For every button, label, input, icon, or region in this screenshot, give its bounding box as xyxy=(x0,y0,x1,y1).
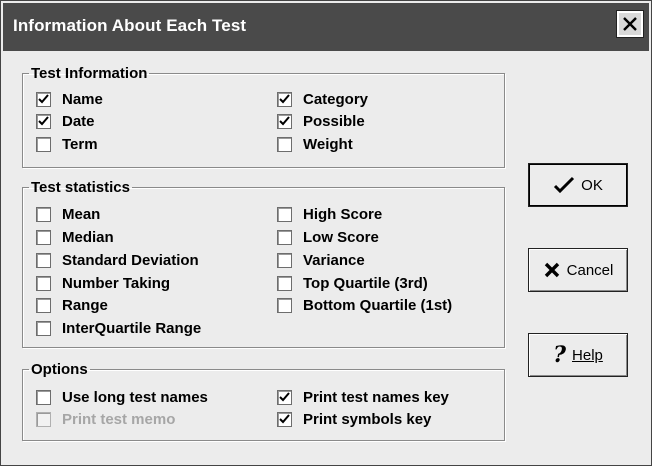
checkbox-box[interactable] xyxy=(36,113,51,129)
checkbox-box[interactable] xyxy=(36,229,51,245)
checkbox-date[interactable]: Date xyxy=(36,111,95,131)
checkbox-possible[interactable]: Possible xyxy=(277,111,365,131)
checkbox-label: Top Quartile (3rd) xyxy=(303,274,428,292)
checkbox-label: Print symbols key xyxy=(303,410,432,428)
checkbox-box[interactable] xyxy=(277,136,292,152)
checkbox-weight[interactable]: Weight xyxy=(277,134,353,154)
checkbox-label: High Score xyxy=(303,205,383,223)
checkbox-label: Term xyxy=(62,135,98,153)
checkbox-high-score[interactable]: High Score xyxy=(277,204,382,224)
test-information-legend: Test Information xyxy=(31,65,148,82)
test-statistics-legend: Test statistics xyxy=(31,179,130,196)
help-label: Help xyxy=(572,347,603,364)
checkbox-label: Bottom Quartile (1st) xyxy=(303,296,453,314)
checkbox-label: Print test memo xyxy=(62,410,176,428)
checkbox-box[interactable] xyxy=(277,113,292,129)
checkbox-name[interactable]: Name xyxy=(36,89,103,109)
checkbox-box[interactable] xyxy=(277,91,292,107)
checkbox-label: Standard Deviation xyxy=(62,251,199,269)
checkbox-interquartile-range[interactable]: InterQuartile Range xyxy=(36,318,201,338)
checkbox-box[interactable] xyxy=(36,206,51,222)
checkbox-range[interactable]: Range xyxy=(36,295,108,315)
checkbox-label: Use long test names xyxy=(62,388,208,406)
checkbox-box[interactable] xyxy=(277,275,292,291)
checkmark-icon xyxy=(553,176,575,194)
checkbox-label: Number Taking xyxy=(62,274,171,292)
options-legend: Options xyxy=(31,361,88,378)
checkbox-label: Possible xyxy=(303,112,365,130)
cancel-label: Cancel xyxy=(566,261,614,279)
checkbox-print-symbols-key[interactable]: Print symbols key xyxy=(277,409,431,429)
checkbox-label: Range xyxy=(62,296,108,314)
checkbox-mean[interactable]: Mean xyxy=(36,204,100,224)
help-button[interactable]: ? Help xyxy=(528,333,628,377)
checkbox-box[interactable] xyxy=(36,320,51,336)
x-icon xyxy=(543,261,561,279)
checkbox-box[interactable] xyxy=(36,275,51,291)
checkbox-label: Mean xyxy=(62,205,101,223)
checkbox-category[interactable]: Category xyxy=(277,89,368,109)
title-bar[interactable]: Information About Each Test xyxy=(3,3,649,51)
checkbox-label: Print test names key xyxy=(303,388,449,406)
checkbox-variance[interactable]: Variance xyxy=(277,250,365,270)
checkbox-label: Low Score xyxy=(303,228,379,246)
close-icon xyxy=(623,17,637,31)
checkbox-label: Weight xyxy=(303,135,353,153)
checkbox-median[interactable]: Median xyxy=(36,227,114,247)
checkbox-box[interactable] xyxy=(277,229,292,245)
checkbox-standard-deviation[interactable]: Standard Deviation xyxy=(36,250,199,270)
checkbox-box[interactable] xyxy=(277,297,292,313)
close-button[interactable] xyxy=(616,10,644,38)
checkbox-number-taking[interactable]: Number Taking xyxy=(36,273,170,293)
dialog-window: Information About Each Test Test Informa… xyxy=(0,0,652,466)
checkbox-bottom-quartile[interactable]: Bottom Quartile (1st) xyxy=(277,295,452,315)
checkbox-low-score[interactable]: Low Score xyxy=(277,227,379,247)
checkbox-box[interactable] xyxy=(36,252,51,268)
checkbox-use-long-test-names[interactable]: Use long test names xyxy=(36,387,208,407)
cancel-button[interactable]: Cancel xyxy=(528,248,628,292)
checkbox-label: Date xyxy=(62,112,95,130)
checkbox-box[interactable] xyxy=(36,91,51,107)
checkbox-box[interactable] xyxy=(36,136,51,152)
checkbox-print-test-memo: Print test memo xyxy=(36,409,175,429)
checkbox-label: InterQuartile Range xyxy=(62,319,202,337)
checkbox-top-quartile[interactable]: Top Quartile (3rd) xyxy=(277,273,428,293)
ok-label: OK xyxy=(581,176,603,194)
checkbox-label: Variance xyxy=(303,251,365,269)
checkbox-label: Name xyxy=(62,90,103,108)
checkbox-box[interactable] xyxy=(36,297,51,313)
checkbox-box[interactable] xyxy=(277,206,292,222)
checkbox-box[interactable] xyxy=(36,389,51,405)
checkbox-print-test-names-key[interactable]: Print test names key xyxy=(277,387,449,407)
checkbox-label: Median xyxy=(62,228,114,246)
checkbox-term[interactable]: Term xyxy=(36,134,98,154)
checkbox-label: Category xyxy=(303,90,369,108)
question-mark-icon: ? xyxy=(553,342,567,368)
help-label-text: Help xyxy=(572,346,603,364)
checkbox-box[interactable] xyxy=(277,252,292,268)
dialog-title: Information About Each Test xyxy=(13,16,247,35)
checkbox-box[interactable] xyxy=(277,389,292,405)
ok-button[interactable]: OK xyxy=(528,163,628,207)
checkbox-box[interactable] xyxy=(277,411,292,427)
checkbox-box xyxy=(36,411,51,427)
